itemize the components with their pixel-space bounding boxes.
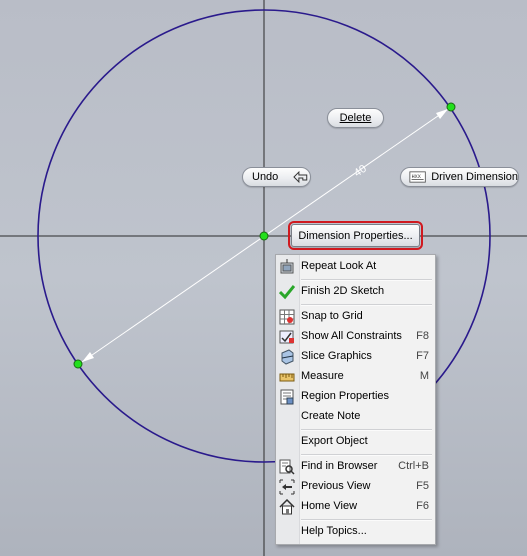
context-menu: Repeat Look At Finish 2D Sketch Snap to … [275, 254, 436, 545]
menu-item-finish-2d-sketch[interactable]: Finish 2D Sketch [276, 282, 435, 302]
menu-item-shortcut: F6 [416, 500, 429, 512]
menu-item-label: Repeat Look At [301, 260, 377, 272]
grid-snap-icon [279, 309, 295, 325]
look-at-icon [279, 259, 295, 275]
ruler-icon [279, 369, 295, 385]
menu-item-label: Measure [301, 370, 344, 382]
menu-item-label: Snap to Grid [301, 310, 363, 322]
menu-item-create-note[interactable]: Create Note [276, 407, 435, 427]
driven-dimension-label: Driven Dimension [431, 171, 518, 183]
undo-arrow-icon [293, 171, 308, 183]
delete-label: Delete [339, 112, 372, 124]
menu-separator [301, 304, 432, 306]
menu-separator [301, 429, 432, 431]
sketch-canvas[interactable]: 40 [0, 0, 527, 556]
find-in-browser-icon [279, 459, 295, 475]
sketch-point-lower[interactable] [73, 359, 83, 369]
menu-item-measure[interactable]: Measure M [276, 367, 435, 387]
svg-text:HXX: HXX [412, 174, 421, 180]
menu-item-label: Export Object [301, 435, 368, 447]
menu-item-label: Show All Constraints [301, 330, 402, 342]
sketch-drawing: 40 [0, 0, 527, 556]
home-icon [279, 499, 295, 515]
driven-dimension-button[interactable]: HXX Driven Dimension [400, 167, 519, 187]
menu-item-shortcut: F5 [416, 480, 429, 492]
menu-item-slice-graphics[interactable]: Slice Graphics F7 [276, 347, 435, 367]
dimension-properties-label: Dimension Properties... [298, 229, 413, 242]
menu-item-shortcut: F7 [416, 350, 429, 362]
slice-graphics-icon [279, 349, 295, 365]
menu-item-region-properties[interactable]: Region Properties [276, 387, 435, 407]
dimension-arrow-upper [436, 109, 448, 119]
menu-separator [301, 519, 432, 521]
menu-item-show-all-constraints[interactable]: Show All Constraints F8 [276, 327, 435, 347]
sketch-point-center[interactable] [259, 231, 269, 241]
dimension-properties-button[interactable]: Dimension Properties... [288, 221, 423, 250]
region-properties-icon [279, 389, 295, 405]
menu-item-label: Help Topics... [301, 525, 367, 537]
menu-item-repeat-look-at[interactable]: Repeat Look At [276, 257, 435, 277]
menu-item-shortcut: Ctrl+B [398, 460, 429, 472]
menu-item-label: Previous View [301, 480, 371, 492]
menu-separator [301, 279, 432, 281]
menu-separator [301, 454, 432, 456]
menu-item-export-object[interactable]: Export Object [276, 432, 435, 452]
sketch-point-upper[interactable] [446, 102, 456, 112]
menu-item-label: Region Properties [301, 390, 390, 402]
undo-button[interactable]: Undo [242, 167, 311, 187]
menu-item-label: Home View [301, 500, 358, 512]
delete-button[interactable]: Delete [327, 108, 384, 128]
menu-item-label: Find in Browser [301, 460, 378, 472]
menu-item-label: Finish 2D Sketch [301, 285, 385, 297]
menu-item-previous-view[interactable]: Previous View F5 [276, 477, 435, 497]
menu-item-find-in-browser[interactable]: Find in Browser Ctrl+B [276, 457, 435, 477]
dimension-arrow-lower [82, 352, 94, 362]
menu-item-shortcut: F8 [416, 330, 429, 342]
menu-item-label: Create Note [301, 410, 361, 422]
checkmark-icon [279, 284, 295, 300]
menu-item-snap-to-grid[interactable]: Snap to Grid [276, 307, 435, 327]
previous-view-icon [279, 479, 295, 495]
menu-item-home-view[interactable]: Home View F6 [276, 497, 435, 517]
constraints-icon [279, 329, 295, 345]
menu-item-label: Slice Graphics [301, 350, 372, 362]
driven-dimension-icon: HXX [409, 171, 426, 183]
undo-label: Undo [252, 171, 279, 183]
menu-item-help-topics[interactable]: Help Topics... [276, 522, 435, 542]
menu-item-shortcut: M [419, 370, 429, 382]
